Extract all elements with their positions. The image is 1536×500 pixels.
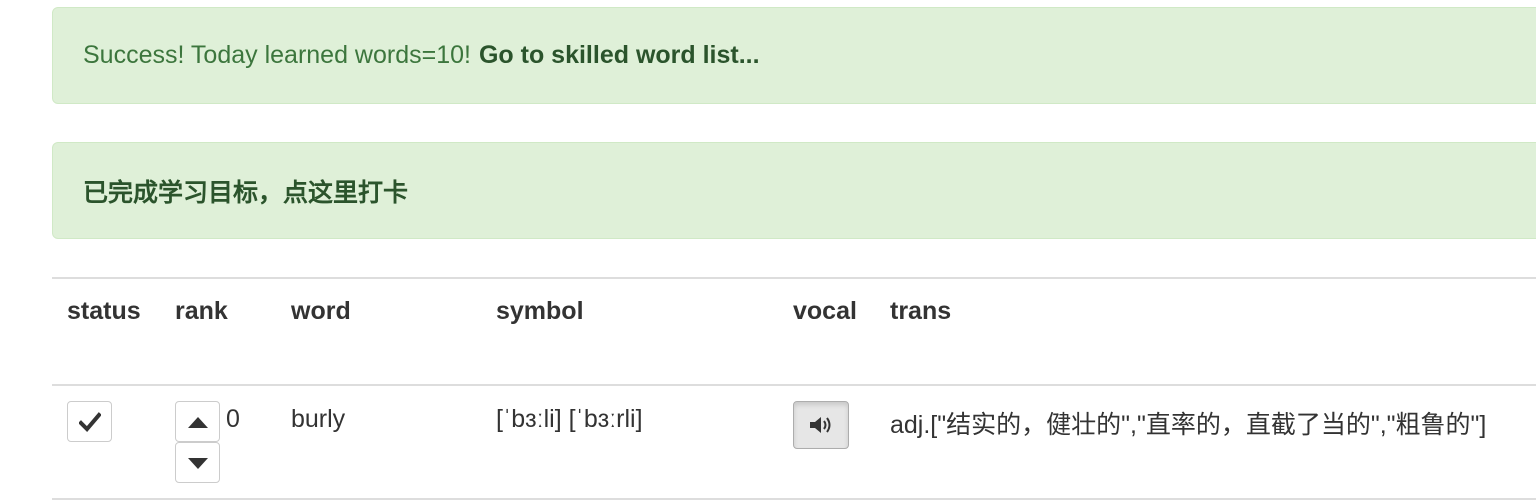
rank-down-button[interactable] xyxy=(175,442,220,483)
symbol-cell: [ˈbɜːli] [ˈbɜːrli] xyxy=(496,405,643,433)
header-vocal: vocal xyxy=(793,297,857,325)
rank-up-button[interactable] xyxy=(175,401,220,442)
header-word: word xyxy=(291,297,351,325)
header-trans: trans xyxy=(890,297,952,325)
status-toggle-button[interactable] xyxy=(67,401,112,442)
skilled-word-list-link[interactable]: Go to skilled word list... xyxy=(479,41,760,70)
success-message: Success! Today learned words=10! xyxy=(83,41,471,69)
vocal-play-button[interactable] xyxy=(793,401,849,449)
table-top-border xyxy=(52,277,1536,279)
triangle-down-icon xyxy=(187,456,209,470)
success-alert: Success! Today learned words=10! Go to s… xyxy=(52,7,1536,104)
rank-value: 0 xyxy=(226,405,240,433)
header-rank: rank xyxy=(175,297,228,325)
check-icon xyxy=(78,411,101,432)
header-symbol: symbol xyxy=(496,297,584,325)
header-status: status xyxy=(67,297,141,325)
triangle-up-icon xyxy=(187,415,209,429)
word-cell: burly xyxy=(291,405,346,433)
header-bottom-border xyxy=(52,384,1536,386)
trans-cell: adj.["结实的，健壮的","直率的，直截了当的","粗鲁的"] xyxy=(890,411,1487,439)
checkin-alert[interactable]: 已完成学习目标，点这里打卡 xyxy=(52,142,1536,239)
checkin-label[interactable]: 已完成学习目标，点这里打卡 xyxy=(83,173,408,209)
volume-icon xyxy=(808,415,834,435)
